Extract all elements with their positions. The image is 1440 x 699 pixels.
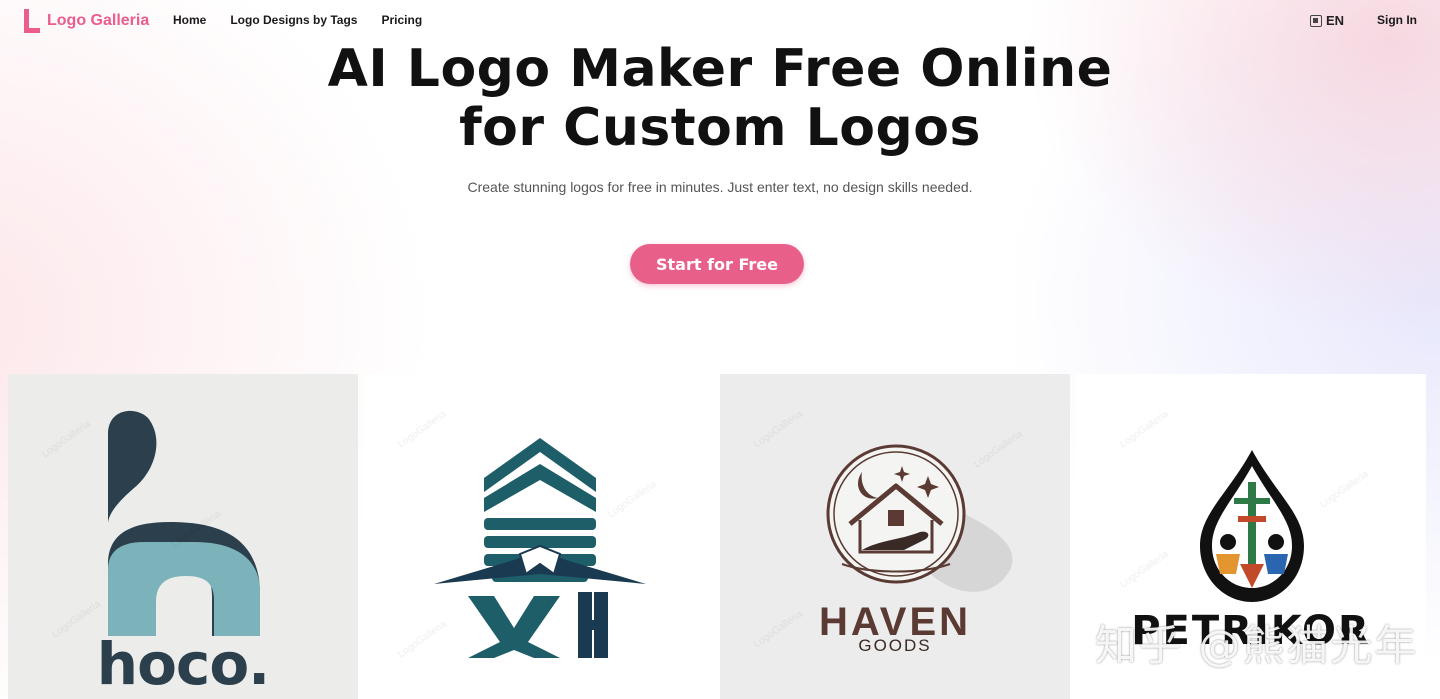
nav-logo-designs-by-tags[interactable]: Logo Designs by Tags [230, 13, 357, 27]
language-label: EN [1326, 13, 1345, 28]
sign-in-link[interactable]: Sign In [1377, 13, 1417, 27]
nav-pricing[interactable]: Pricing [381, 13, 422, 27]
top-nav: Logo Galleria Home Logo Designs by Tags … [0, 0, 1440, 42]
translate-icon [1310, 14, 1322, 27]
brand-logo[interactable]: Logo Galleria [24, 9, 149, 33]
corner-overlay-watermark: 知乎 @熊猫光年 [1095, 621, 1419, 670]
hero-title: AI Logo Maker Free Online for Custom Log… [0, 40, 1440, 158]
xh-building-logo-icon [434, 438, 646, 658]
card-caption: hoco. [96, 630, 270, 698]
hero-title-line1: AI Logo Maker Free Online [327, 39, 1113, 99]
nav-home[interactable]: Home [173, 13, 206, 27]
language-selector[interactable]: EN [1310, 13, 1344, 28]
hero-title-line2: for Custom Logos [459, 98, 981, 158]
logo-card-hoco[interactable]: hoco. LogoGalleria LogoGalleria LogoGall… [8, 374, 358, 699]
card-caption: XH [364, 674, 714, 675]
brand-name: Logo Galleria [47, 12, 150, 29]
nav-links: Home Logo Designs by Tags Pricing [173, 13, 422, 27]
card-subcaption: GOODS [858, 636, 932, 655]
start-for-free-button[interactable]: Start for Free [630, 244, 804, 284]
logo-l-icon [24, 9, 40, 33]
logo-card-haven-goods[interactable]: HAVEN GOODS LogoGalleria LogoGalleria Lo… [720, 374, 1070, 699]
logo-card-xh[interactable]: XH LogoGalleria LogoGalleria LogoGalleri… [364, 374, 714, 699]
hero-subtitle: Create stunning logos for free in minute… [467, 179, 973, 195]
